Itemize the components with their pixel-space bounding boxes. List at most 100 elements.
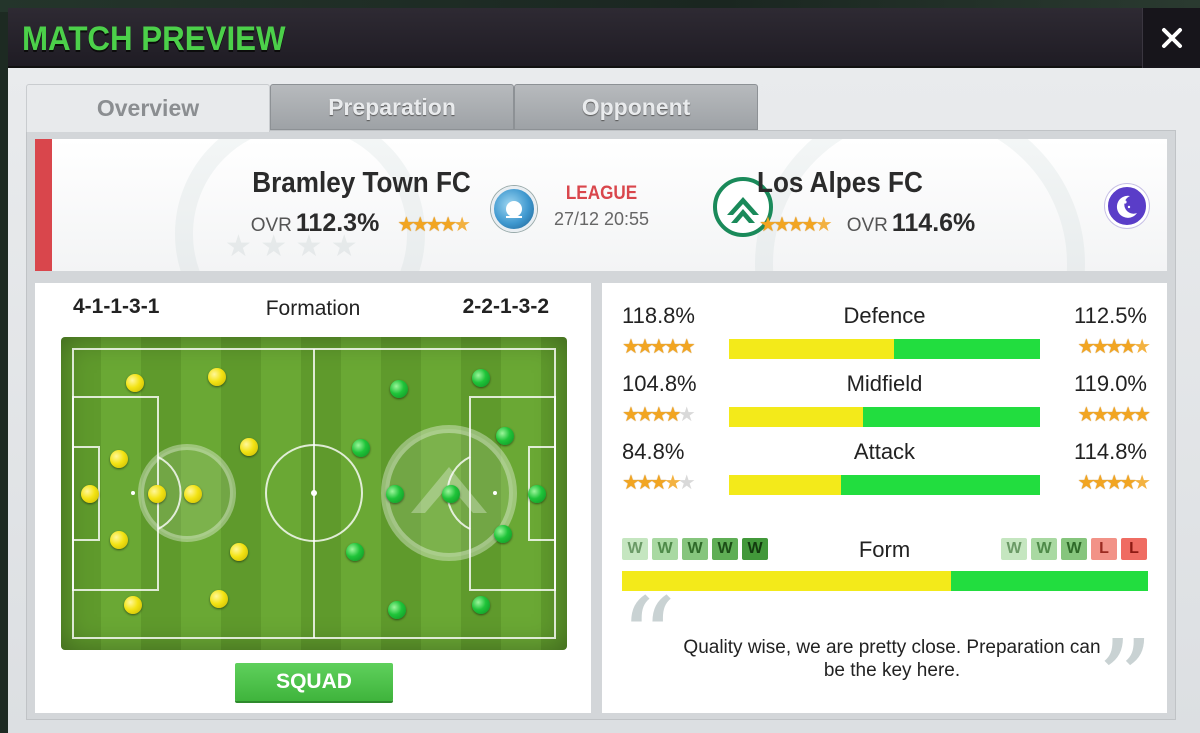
star-icon: ★ bbox=[622, 336, 640, 358]
away-defence-value: 112.5% bbox=[1074, 303, 1147, 328]
home-attack-value: 84.8% bbox=[622, 439, 685, 464]
away-player bbox=[528, 485, 546, 503]
away-player bbox=[472, 369, 490, 387]
close-button[interactable] bbox=[1142, 8, 1200, 68]
home-attack-stars: ★ ★ ★ ★ ★ bbox=[622, 472, 696, 494]
home-player bbox=[210, 590, 228, 608]
star-icon: ★ bbox=[1091, 336, 1109, 358]
away-player bbox=[386, 485, 404, 503]
midfield-home-fill bbox=[729, 407, 863, 427]
star-icon: ★ bbox=[1119, 472, 1137, 494]
stat-label-attack: Attack bbox=[853, 439, 916, 464]
away-ovr-value: 114.6% bbox=[891, 209, 976, 237]
defence-comparison-bar bbox=[729, 339, 1040, 359]
star-icon: ★ bbox=[622, 404, 640, 426]
star-icon: ★ bbox=[1091, 404, 1109, 426]
team-comparison-panel: 118.8% Defence 112.5% ★ ★ ★ ★ ★ ★ ★ ★ ★ ★ 104.8%… bbox=[602, 283, 1167, 733]
star-icon: ★ bbox=[786, 214, 805, 236]
away-defence-stars: ★ ★ ★ ★ ★ bbox=[1077, 336, 1151, 358]
competition-label: LEAGUE bbox=[565, 183, 638, 204]
star-icon: ★ bbox=[635, 336, 654, 358]
star-icon: ★ bbox=[635, 472, 654, 494]
attack-home-fill bbox=[729, 475, 841, 495]
star-icon: ★ bbox=[1133, 404, 1151, 426]
star-icon: ★ bbox=[663, 336, 682, 358]
form-comparison-bar bbox=[622, 571, 1148, 591]
home-midfield-stars: ★ ★ ★ ★ ★ bbox=[622, 404, 696, 426]
away-player bbox=[496, 427, 514, 445]
star-icon: ★ bbox=[759, 214, 777, 236]
star-icon: ★ bbox=[1091, 472, 1109, 494]
star-icon: ★ bbox=[411, 214, 429, 236]
home-player bbox=[184, 485, 202, 503]
away-player bbox=[352, 439, 370, 457]
away-form-result: W bbox=[1001, 538, 1027, 560]
away-ovr-label: OVR bbox=[846, 215, 888, 236]
home-team-badge bbox=[491, 186, 537, 232]
star-icon: ★ bbox=[1105, 472, 1123, 494]
star-icon: ★ bbox=[677, 336, 696, 358]
away-attack-value: 114.8% bbox=[1074, 439, 1147, 464]
status-strip bbox=[35, 139, 52, 271]
star-icon: ★ bbox=[1133, 336, 1151, 358]
home-player bbox=[208, 368, 226, 386]
away-midfield-value: 119.0% bbox=[1074, 371, 1147, 396]
star-icon: ★ bbox=[1119, 336, 1137, 358]
away-player bbox=[472, 596, 490, 614]
tab-opponent[interactable]: Opponent bbox=[514, 84, 758, 130]
match-datetime: 27/12 20:55 bbox=[553, 209, 650, 229]
away-player bbox=[346, 543, 364, 561]
home-defence-stars: ★ ★ ★ ★ ★ bbox=[622, 336, 696, 358]
pitch bbox=[61, 337, 567, 650]
stat-row-attack: 84.8% Attack 114.8% ★ ★ ★ ★ ★ ★ ★ ★ ★ ★ bbox=[602, 439, 1167, 507]
away-team-name: Los Alpes FC bbox=[757, 167, 923, 199]
away-player bbox=[442, 485, 460, 503]
star-icon: ★ bbox=[1105, 336, 1123, 358]
stat-label-midfield: Midfield bbox=[846, 371, 923, 396]
away-form-result: L bbox=[1121, 538, 1147, 560]
star-icon: ★ bbox=[635, 404, 654, 426]
night-match-button[interactable] bbox=[1105, 184, 1149, 228]
home-player bbox=[110, 450, 128, 468]
home-player bbox=[148, 485, 166, 503]
away-ovr: ★ ★ ★ ★ ★ OVR 114.6% bbox=[759, 209, 975, 238]
modal-header: MATCH PREVIEW bbox=[8, 8, 1200, 68]
tab-overview[interactable]: Overview bbox=[26, 84, 270, 132]
home-player bbox=[230, 543, 248, 561]
star-icon: ★ bbox=[622, 472, 640, 494]
quote-open-icon: “ bbox=[620, 574, 677, 702]
formation-panel: 4-1-1-3-1 Formation 2-2-1-3-2 SQUAD bbox=[35, 283, 591, 713]
home-defence-value: 118.8% bbox=[622, 303, 695, 328]
star-icon: ★ bbox=[677, 404, 696, 426]
defence-home-fill bbox=[729, 339, 894, 359]
star-icon: ★ bbox=[1133, 472, 1151, 494]
tab-content: ★ ★ ★ ★ Bramley Town FC OVR 112.3% ★ ★ ★ ★ ★… bbox=[26, 130, 1176, 733]
star-icon: ★ bbox=[649, 472, 668, 494]
star-icon: ★ bbox=[439, 214, 457, 236]
home-player bbox=[126, 374, 144, 392]
attack-comparison-bar bbox=[729, 475, 1040, 495]
modal-title: MATCH PREVIEW bbox=[22, 20, 286, 58]
modal-body: Overview Preparation Opponent ★ ★ ★ ★ Br… bbox=[8, 68, 1200, 733]
star-icon: ★ bbox=[772, 214, 791, 236]
tab-preparation[interactable]: Preparation bbox=[270, 84, 514, 130]
away-form-result: L bbox=[1091, 538, 1117, 560]
moon-stars-icon bbox=[1116, 195, 1137, 218]
quote-close-icon: ” bbox=[1096, 616, 1153, 733]
match-header-card: ★ ★ ★ ★ Bramley Town FC OVR 112.3% ★ ★ ★ ★ ★… bbox=[35, 139, 1167, 271]
home-player bbox=[240, 438, 258, 456]
star-icon: ★ bbox=[1105, 404, 1123, 426]
home-ovr-label: OVR bbox=[250, 215, 292, 236]
star-icon: ★ bbox=[814, 214, 833, 236]
midfield-comparison-bar bbox=[729, 407, 1040, 427]
star-icon: ★ bbox=[663, 404, 682, 426]
star-icon: ★ bbox=[1077, 404, 1095, 426]
stat-row-midfield: 104.8% Midfield 119.0% ★ ★ ★ ★ ★ ★ ★ ★ ★ ★ bbox=[602, 371, 1167, 439]
close-icon bbox=[1161, 28, 1182, 48]
home-player bbox=[81, 485, 99, 503]
away-formation: 2-2-1-3-2 bbox=[462, 295, 549, 318]
away-player bbox=[390, 380, 408, 398]
star-icon: ★ bbox=[649, 336, 668, 358]
squad-button[interactable]: SQUAD bbox=[235, 663, 393, 701]
star-icon: ★ bbox=[397, 214, 415, 236]
